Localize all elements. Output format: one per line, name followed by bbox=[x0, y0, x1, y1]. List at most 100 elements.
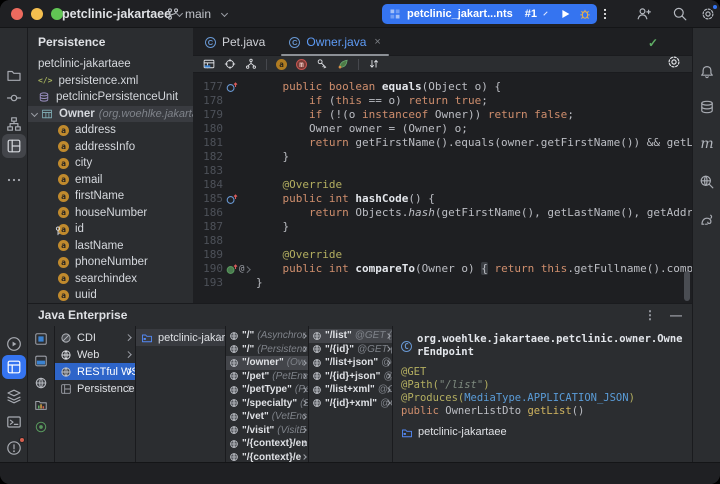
relation-icon[interactable] bbox=[337, 58, 349, 70]
live-targets-icon[interactable] bbox=[34, 420, 48, 434]
tree-item-id[interactable]: aid bbox=[28, 221, 193, 238]
expand-arrow-icon bbox=[301, 454, 307, 460]
services-icon[interactable] bbox=[2, 384, 26, 408]
path-globe-icon bbox=[229, 331, 239, 341]
tree-item-uuid[interactable]: auuid bbox=[28, 287, 193, 303]
minimize-window-icon[interactable] bbox=[31, 8, 43, 20]
attribute-icon: a bbox=[58, 257, 69, 268]
module-petclinic-jakar[interactable]: petclinic-jakar bbox=[136, 329, 225, 346]
persistence-toolwindow-icon[interactable] bbox=[2, 134, 26, 158]
category-Persistence[interactable]: Persistence bbox=[55, 380, 135, 397]
path-item[interactable]: "/petType"(Pe bbox=[226, 383, 308, 397]
tree-item-phoneNumber[interactable]: aphoneNumber bbox=[28, 254, 193, 271]
tree-item-petclinic-jakartaee[interactable]: petclinic-jakartaee bbox=[28, 56, 193, 73]
path-item[interactable]: "/owner"(Ow bbox=[226, 356, 308, 370]
endpoints-icon[interactable] bbox=[695, 170, 719, 194]
tree-item-firstName[interactable]: afirstName bbox=[28, 188, 193, 205]
maven-icon[interactable]: m bbox=[695, 132, 719, 156]
endpoint-item[interactable]: "/{id}+xml"@GE bbox=[309, 397, 392, 411]
methods-icon[interactable]: m bbox=[296, 59, 307, 70]
inspections-ok-icon[interactable]: ✓ bbox=[648, 36, 658, 50]
statistics-icon[interactable] bbox=[34, 398, 48, 412]
sort-icon[interactable] bbox=[368, 58, 380, 70]
close-window-icon[interactable] bbox=[11, 8, 23, 20]
endpoint-item[interactable]: "/list"@GET (ge bbox=[309, 329, 392, 343]
add-user-icon[interactable] bbox=[636, 6, 652, 22]
tree-item-searchindex[interactable]: asearchindex bbox=[28, 271, 193, 288]
frameworks-icon[interactable] bbox=[34, 332, 48, 346]
viewport-icon[interactable] bbox=[224, 58, 236, 70]
tree-item-city[interactable]: acity bbox=[28, 155, 193, 172]
notifications-icon[interactable] bbox=[695, 60, 719, 84]
endpoints-view-icon[interactable] bbox=[34, 376, 48, 390]
project-widget[interactable]: petclinic-jakartaee bbox=[62, 0, 182, 28]
endpoint-item[interactable]: "/list+json"@GE bbox=[309, 356, 392, 370]
search-icon[interactable] bbox=[672, 6, 688, 22]
run-number: #1 bbox=[525, 8, 537, 20]
attributes-icon[interactable]: a bbox=[276, 59, 287, 70]
tree-item-persistence.xml[interactable]: </>persistence.xml bbox=[28, 73, 193, 90]
tree-item-lastName[interactable]: alastName bbox=[28, 238, 193, 255]
module-folder-icon bbox=[141, 332, 153, 344]
structure-icon[interactable] bbox=[2, 112, 26, 136]
path-item[interactable]: "/pet"(PetEnc bbox=[226, 370, 308, 384]
endpoint-item[interactable]: "/{id}+json"@G bbox=[309, 370, 392, 384]
endpoint-item[interactable]: "/{id}"@GET (ge bbox=[309, 343, 392, 357]
hierarchy-icon[interactable] bbox=[245, 58, 257, 70]
close-icon[interactable]: × bbox=[374, 36, 380, 48]
tree-item-petclinicPersistenceUnit[interactable]: petclinicPersistenceUnit bbox=[28, 89, 193, 106]
more-toolwindows-icon[interactable] bbox=[2, 168, 26, 192]
code-area[interactable]: }177 public boolean equals(Object o) {17… bbox=[193, 73, 692, 303]
tree-item-email[interactable]: aemail bbox=[28, 172, 193, 189]
database-icon[interactable] bbox=[695, 95, 719, 119]
beans-view-icon[interactable] bbox=[34, 354, 48, 368]
tree-item-Owner[interactable]: Owner(org.woehlke.jakartaee.pe bbox=[28, 106, 193, 123]
problems-icon[interactable] bbox=[2, 436, 26, 460]
category-CDI[interactable]: CDI bbox=[55, 329, 135, 346]
ddl-table-icon[interactable] bbox=[203, 58, 215, 70]
vcs-widget[interactable]: main bbox=[166, 0, 227, 28]
run-toolwindow-icon[interactable] bbox=[2, 332, 26, 356]
tree-item-addressInfo[interactable]: aaddressInfo bbox=[28, 139, 193, 156]
path-item[interactable]: "/specialty"(S bbox=[226, 397, 308, 411]
tree-item-houseNumber[interactable]: ahouseNumber bbox=[28, 205, 193, 222]
minimize-icon[interactable]: — bbox=[670, 308, 682, 322]
path-item[interactable]: "/visit"(VisitE bbox=[226, 424, 308, 438]
endpoint-module: petclinic-jakartaee bbox=[401, 426, 684, 439]
category-Web[interactable]: Web bbox=[55, 346, 135, 363]
run-button[interactable] bbox=[558, 7, 572, 21]
jakarta-ee-toolwindow-icon[interactable] bbox=[2, 355, 26, 379]
commit-icon[interactable] bbox=[2, 86, 26, 110]
run-widget[interactable]: petclinic_jakart...nts #1 bbox=[382, 4, 597, 24]
path-item[interactable]: "/"(Asynchror bbox=[226, 329, 308, 343]
override-icon[interactable] bbox=[226, 82, 238, 93]
gradle-icon[interactable] bbox=[695, 208, 719, 232]
overriding-icon[interactable] bbox=[226, 264, 238, 275]
editor-scrollbar[interactable] bbox=[684, 271, 690, 301]
path-item[interactable]: "/"(Persistenc bbox=[226, 343, 308, 357]
code-line-186: 186 return Objects.hash(getFirstName(), … bbox=[193, 206, 692, 220]
more-run-options-icon[interactable] bbox=[598, 7, 612, 21]
path-item[interactable]: "/{context}/en bbox=[226, 437, 308, 451]
attribute-icon: a bbox=[58, 141, 69, 152]
terminal-icon[interactable] bbox=[2, 410, 26, 434]
tab-Pet.java[interactable]: CPet.java bbox=[193, 28, 277, 56]
attribute-icon: a bbox=[58, 158, 69, 169]
branch-icon bbox=[166, 7, 180, 21]
path-globe-icon bbox=[229, 452, 239, 462]
settings-icon[interactable] bbox=[666, 54, 682, 70]
code-line-187: 187 } bbox=[193, 220, 692, 234]
debug-button[interactable] bbox=[578, 7, 592, 21]
category-RESTful WS[interactable]: RESTful WS bbox=[55, 363, 135, 380]
settings-icon[interactable] bbox=[700, 6, 716, 22]
override-icon[interactable] bbox=[226, 194, 238, 205]
tree-item-address[interactable]: aaddress bbox=[28, 122, 193, 139]
titlebar: petclinic-jakartaee main petclinic_jakar… bbox=[0, 0, 720, 28]
path-item[interactable]: "/vet"(VetEnc bbox=[226, 410, 308, 424]
kebab-icon[interactable]: ⋮ bbox=[644, 308, 656, 322]
project-folder-icon[interactable] bbox=[2, 63, 26, 87]
key-icon[interactable] bbox=[316, 58, 328, 70]
endpoint-item[interactable]: "/list+xml"@GE bbox=[309, 383, 392, 397]
window-controls[interactable] bbox=[11, 8, 63, 20]
tab-Owner.java[interactable]: COwner.java× bbox=[277, 28, 392, 56]
